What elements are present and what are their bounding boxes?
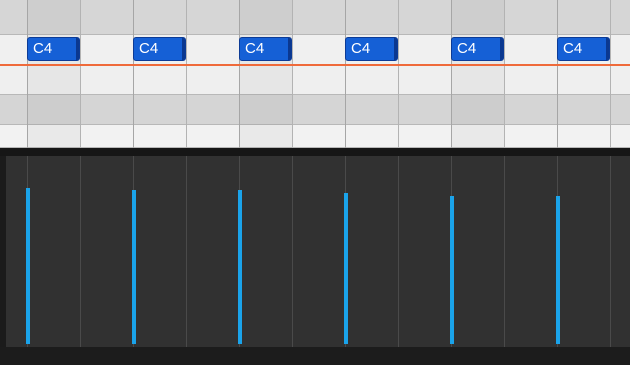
velocity-gridline xyxy=(504,156,505,347)
bottom-bar xyxy=(0,347,630,365)
beat-gridline xyxy=(27,0,28,148)
beat-gridline xyxy=(398,0,399,148)
velocity-bar[interactable] xyxy=(556,196,560,344)
velocity-gridline xyxy=(186,156,187,347)
midi-note[interactable]: C4 xyxy=(557,37,610,61)
playhead-line[interactable] xyxy=(0,64,630,66)
midi-note[interactable]: C4 xyxy=(133,37,186,61)
midi-note[interactable]: C4 xyxy=(451,37,504,61)
velocity-bar[interactable] xyxy=(344,193,348,344)
lane-divider[interactable] xyxy=(0,148,630,156)
velocity-gridline xyxy=(292,156,293,347)
beat-gridline xyxy=(610,0,611,148)
piano-roll-row[interactable] xyxy=(0,0,630,35)
velocity-bar[interactable] xyxy=(238,190,242,344)
beat-gridline xyxy=(186,0,187,148)
beat-shade xyxy=(240,0,293,148)
beat-gridline xyxy=(504,0,505,148)
beat-gridline xyxy=(292,0,293,148)
beat-gridline xyxy=(451,0,452,148)
velocity-bar[interactable] xyxy=(132,190,136,344)
piano-roll-row[interactable] xyxy=(0,35,630,65)
beat-gridline xyxy=(133,0,134,148)
velocity-bar[interactable] xyxy=(450,196,454,344)
beat-shade xyxy=(452,0,505,148)
piano-roll-row[interactable] xyxy=(0,125,630,148)
piano-roll-row[interactable] xyxy=(0,95,630,125)
beat-gridline xyxy=(345,0,346,148)
piano-roll-grid[interactable]: C4 C4 C4 C4 C4 C4 xyxy=(0,0,630,148)
piano-roll-row[interactable] xyxy=(0,65,630,95)
beat-shade xyxy=(27,0,80,148)
midi-note[interactable]: C4 xyxy=(27,37,80,61)
midi-note[interactable]: C4 xyxy=(239,37,292,61)
beat-gridline xyxy=(557,0,558,148)
velocity-gridline xyxy=(398,156,399,347)
lane-left-border xyxy=(0,156,6,347)
beat-gridline xyxy=(239,0,240,148)
midi-note[interactable]: C4 xyxy=(345,37,398,61)
velocity-gridline xyxy=(80,156,81,347)
beat-gridline xyxy=(80,0,81,148)
velocity-gridline xyxy=(610,156,611,347)
velocity-lane[interactable] xyxy=(0,156,630,347)
velocity-bar[interactable] xyxy=(26,188,30,344)
